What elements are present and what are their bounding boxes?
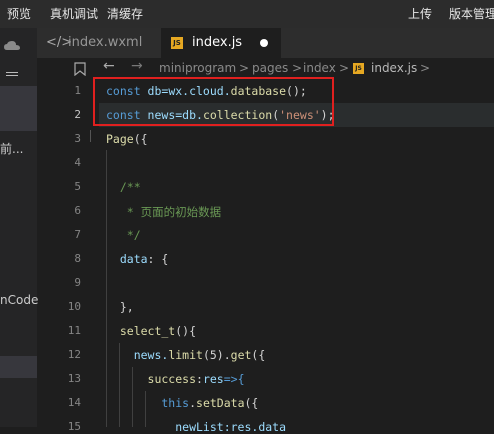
- line-number: 6: [74, 204, 81, 217]
- code-token: },: [106, 300, 134, 314]
- tab-index-wxml[interactable]: </> index.wxml: [37, 28, 160, 58]
- cloud-icon[interactable]: [4, 36, 20, 50]
- line-number: 3: [74, 132, 81, 145]
- tab-index-js[interactable]: JS index.js: [161, 28, 281, 58]
- code-token: ({: [244, 396, 259, 410]
- upload-button[interactable]: 上传: [408, 5, 432, 22]
- back-arrow-icon[interactable]: ←: [103, 58, 115, 74]
- code-token: ({: [133, 132, 148, 146]
- breadcrumb-separator: >: [420, 61, 431, 75]
- js-file-icon: JS: [353, 63, 364, 74]
- line-number: 7: [74, 228, 81, 241]
- version-management-button[interactable]: 版本管理: [449, 5, 494, 22]
- code-token: Page: [106, 132, 134, 146]
- code-token: setData: [196, 396, 245, 410]
- breadcrumb-segment[interactable]: index: [303, 61, 336, 75]
- more-icon[interactable]: [6, 72, 18, 76]
- bookmark-icon[interactable]: [74, 61, 86, 80]
- code-line: success:res=>{: [106, 372, 245, 386]
- code-token: this: [106, 396, 190, 410]
- code-token: news.: [106, 348, 169, 362]
- code-token: data: [106, 252, 148, 266]
- line-number: 11: [67, 324, 81, 337]
- side-panel-highlight-item[interactable]: [0, 356, 37, 378]
- code-token: (5).: [202, 348, 231, 362]
- code-token: select_t: [106, 324, 176, 338]
- code-line: news.limit(5).get({: [106, 348, 266, 362]
- code-line: /**: [106, 180, 141, 194]
- breadcrumb-segment[interactable]: miniprogram: [159, 61, 236, 75]
- code-token: /**: [106, 180, 141, 194]
- editor-tab-bar: </> index.wxml JS index.js: [37, 28, 494, 58]
- remote-debug-button[interactable]: 真机调试: [50, 5, 98, 22]
- line-number: 5: [74, 180, 81, 193]
- tab-label: index.js: [192, 35, 243, 50]
- code-token: */: [106, 228, 141, 242]
- code-line: this.setData({: [106, 396, 258, 410]
- line-number: 12: [67, 348, 81, 361]
- line-number: 4: [74, 156, 81, 169]
- side-panel-item-1[interactable]: 前...: [0, 140, 23, 157]
- line-number: 9: [74, 276, 81, 289]
- code-token: (){: [175, 324, 197, 338]
- breadcrumb-current-file[interactable]: index.js: [371, 61, 417, 75]
- code-token: .: [189, 396, 197, 410]
- preview-button[interactable]: 预览: [7, 5, 31, 22]
- code-token: get: [230, 348, 252, 362]
- breadcrumb-separator: >: [239, 61, 250, 75]
- code-line: newList:res.data: [106, 420, 286, 434]
- code-line: select_t(){: [106, 324, 196, 338]
- clear-cache-button[interactable]: 清缓存: [107, 5, 143, 22]
- forward-arrow-icon[interactable]: →: [131, 58, 143, 74]
- code-line: */: [106, 228, 141, 242]
- tab-label: index.wxml: [68, 35, 143, 50]
- code-token: success: [106, 372, 197, 386]
- line-number: 2: [74, 108, 81, 121]
- code-line: * 页面的初始数据: [106, 204, 221, 220]
- js-file-icon: JS: [171, 37, 183, 49]
- line-number: 8: [74, 252, 81, 265]
- line-number: 13: [67, 372, 81, 385]
- code-token: ({: [251, 348, 266, 362]
- line-number: 10: [67, 300, 81, 313]
- code-token: newList:res.data: [106, 420, 287, 434]
- code-token: limit: [168, 348, 203, 362]
- line-number: 1: [74, 84, 81, 97]
- code-line: Page({: [106, 132, 148, 146]
- code-token: :: [196, 372, 203, 386]
- code-token: * 页面的初始数据: [106, 205, 222, 219]
- code-token: res: [202, 372, 224, 386]
- line-number-gutter: 1 2 3 4 5 6 7 8 9 10 11 12 13 14 15: [37, 80, 99, 433]
- annotation-highlight-box: [93, 77, 334, 126]
- side-panel: 前... nCode: [0, 28, 38, 427]
- unsaved-dot-icon[interactable]: [260, 39, 268, 47]
- breadcrumb-separator: >: [292, 61, 303, 75]
- code-line: },: [106, 300, 134, 314]
- side-panel-selected-item[interactable]: [0, 86, 37, 131]
- code-line: data: {: [106, 252, 168, 266]
- code-token: =>{: [223, 372, 245, 386]
- breadcrumb-separator: >: [339, 61, 350, 75]
- breadcrumb-segment[interactable]: pages: [252, 61, 288, 75]
- line-number: 14: [67, 396, 81, 409]
- top-toolbar: 预览 真机调试 清缓存 上传 版本管理: [0, 0, 494, 28]
- code-token: : {: [147, 252, 169, 266]
- side-panel-item-2[interactable]: nCode: [0, 293, 38, 307]
